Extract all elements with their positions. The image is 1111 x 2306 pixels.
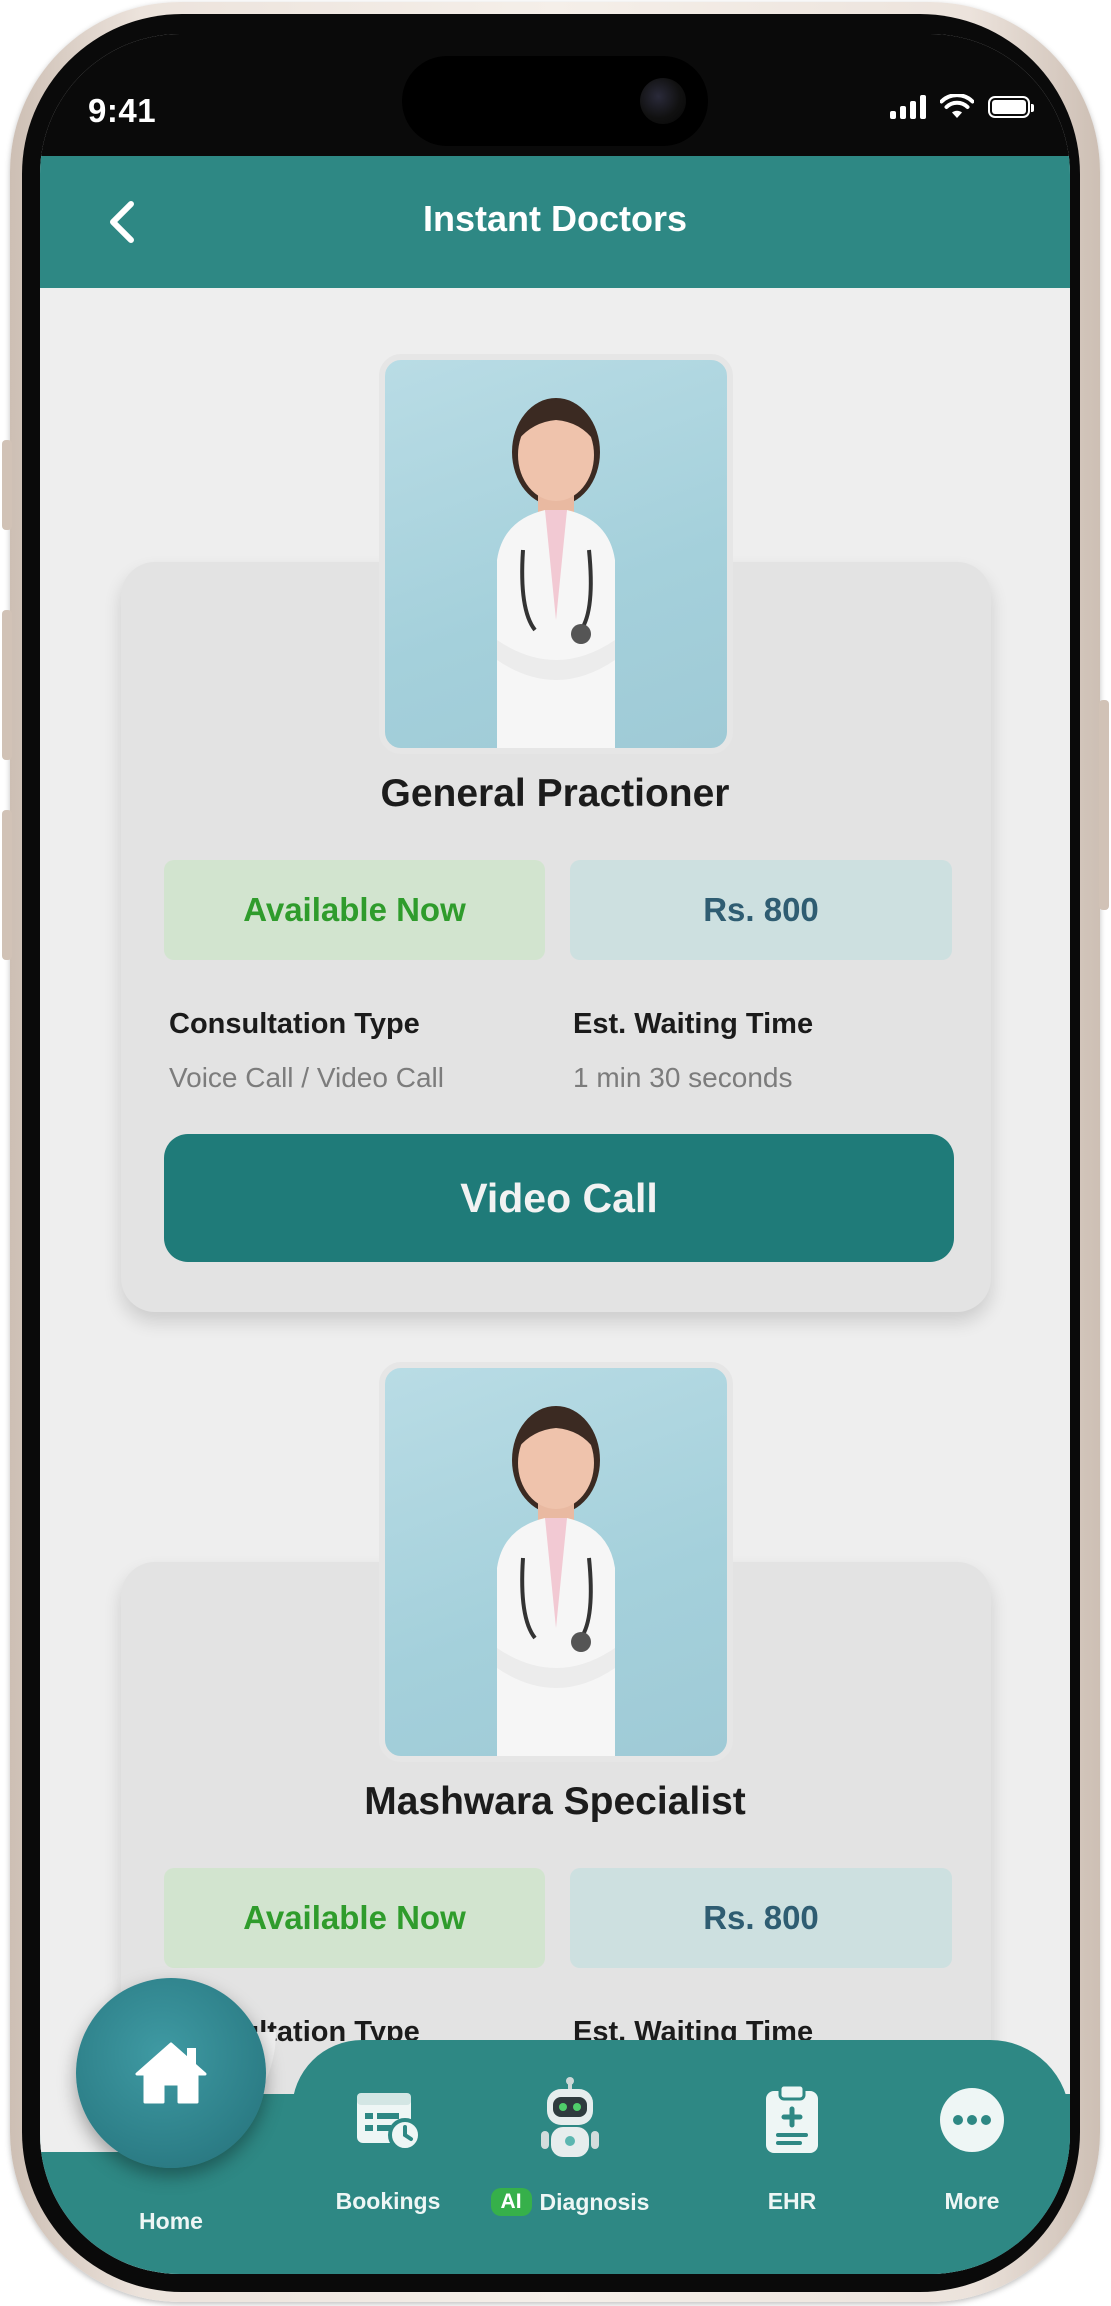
home-icon [135, 2042, 207, 2104]
phone-screen: 9:41 Instant Doctors General Practioner … [40, 34, 1070, 2274]
waiting-time-value: 1 min 30 seconds [573, 1062, 793, 1093]
nav-label-bookings: Bookings [335, 2188, 441, 2214]
nav-label-home[interactable]: Home [96, 2208, 246, 2235]
nav-label-diagnosis-text: Diagnosis [539, 2188, 650, 2215]
doctor-portrait [497, 398, 615, 748]
status-icons [890, 94, 1034, 120]
nav-item-ehr[interactable]: EHR [702, 2080, 882, 2215]
dynamic-island [402, 56, 708, 146]
nav-label-diagnosis: AI Diagnosis [490, 2188, 650, 2216]
waiting-time-label: Est. Waiting Time [573, 1008, 814, 1040]
side-button [2, 440, 12, 530]
camera-icon [640, 78, 686, 124]
battery-icon [988, 96, 1034, 118]
price-badge: Rs. 800 [570, 860, 952, 960]
doctor-portrait [497, 1406, 615, 1756]
doctor-photo [379, 354, 733, 754]
consultation-type-value: Voice Call / Video Call [169, 1062, 444, 1093]
nav-item-more[interactable]: More [882, 2080, 1062, 2215]
page-title: Instant Doctors [422, 198, 688, 239]
status-time: 9:41 [88, 92, 157, 129]
side-button [1099, 700, 1109, 910]
bookings-icon [357, 2093, 422, 2152]
video-call-button[interactable]: Video Call [164, 1134, 954, 1262]
price-badge: Rs. 800 [570, 1868, 952, 1968]
side-button [2, 810, 12, 960]
status-bar: 9:41 [40, 34, 1070, 156]
app-header: Instant Doctors [40, 156, 1070, 288]
ai-badge: AI [490, 2188, 532, 2216]
doctor-specialty: Mashwara Specialist [364, 1780, 746, 1823]
availability-badge: Available Now [164, 1868, 545, 1968]
signal-icon [890, 95, 926, 119]
more-icon [940, 2088, 1004, 2152]
nav-label-more: More [944, 2188, 1000, 2214]
nav-label-ehr: EHR [767, 2188, 817, 2214]
home-button[interactable] [76, 1978, 266, 2168]
doctor-list: General Practioner Available Now Rs. 800… [40, 288, 1070, 2274]
doctor-photo [379, 1362, 733, 1762]
robot-icon [541, 2077, 599, 2157]
nav-item-ai-diagnosis[interactable]: AI Diagnosis [470, 2077, 670, 2216]
nav-item-bookings[interactable]: Bookings [298, 2080, 478, 2215]
consultation-type-label: Consultation Type [169, 1008, 420, 1040]
doctor-specialty: General Practioner [380, 772, 730, 815]
side-button [2, 610, 12, 760]
availability-badge: Available Now [164, 860, 545, 960]
clipboard-icon [766, 2083, 818, 2153]
doctor-card: General Practioner Available Now Rs. 800… [40, 288, 1070, 1312]
wifi-icon [940, 94, 974, 118]
